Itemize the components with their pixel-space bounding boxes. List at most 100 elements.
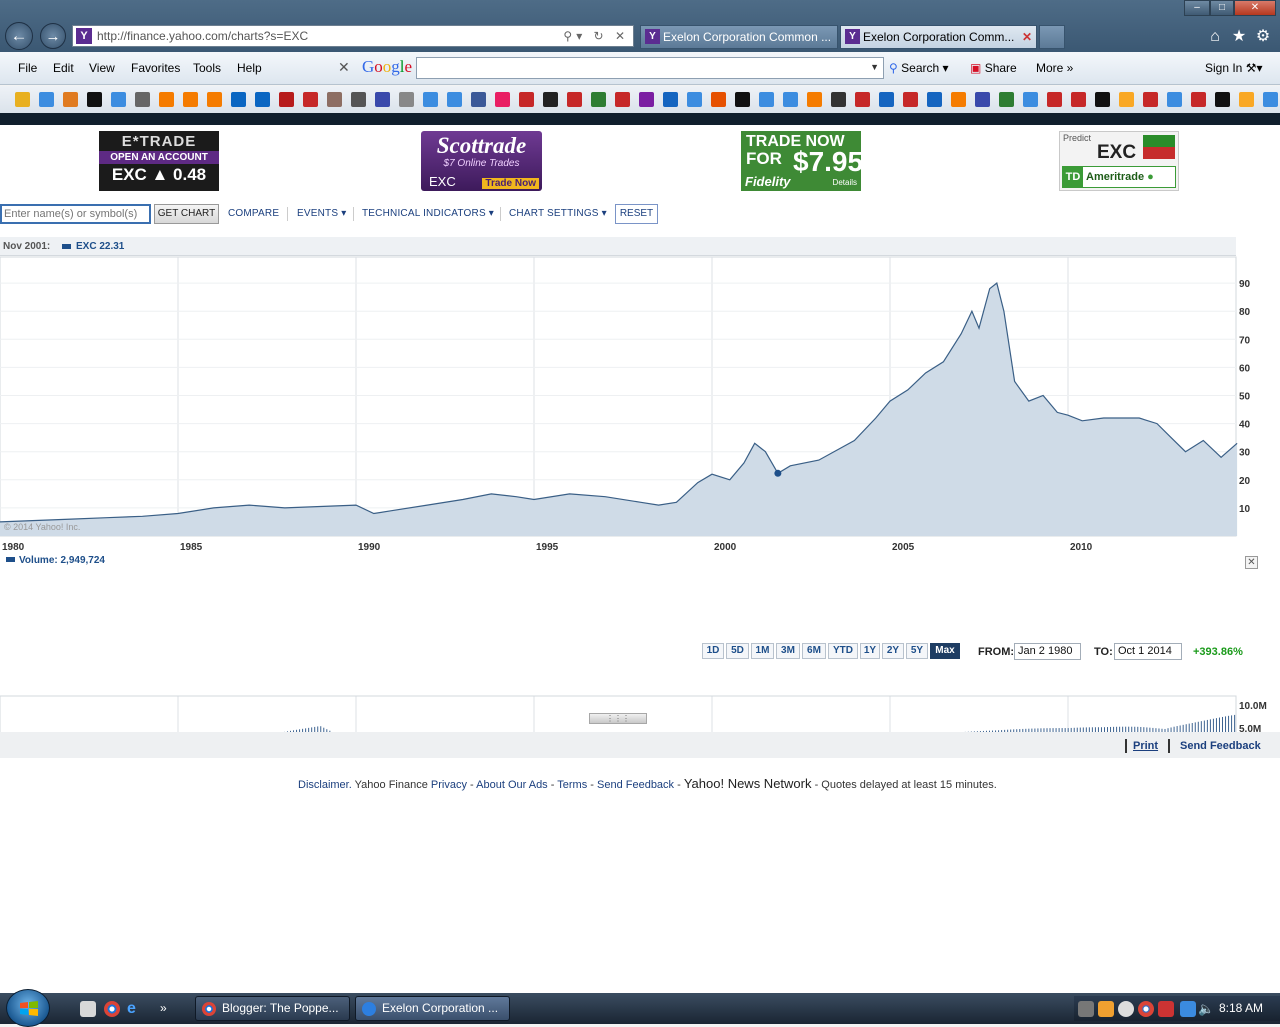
network-icon[interactable]	[1180, 1001, 1196, 1017]
chart-settings-dropdown[interactable]: CHART SETTINGS ▾	[509, 208, 607, 219]
bookmark-icon[interactable]	[1047, 92, 1062, 107]
chrome-icon[interactable]	[104, 1001, 120, 1017]
bookmark-icon[interactable]	[807, 92, 822, 107]
about-ads-link[interactable]: About Our Ads	[476, 779, 548, 791]
menu-edit[interactable]: Edit	[53, 61, 74, 75]
privacy-link[interactable]: Privacy	[431, 779, 467, 791]
google-share-button[interactable]: ▣ Share	[970, 61, 1017, 75]
bookmark-icon[interactable]	[687, 92, 702, 107]
close-volume-icon[interactable]: ✕	[1245, 556, 1258, 569]
disclaimer-link[interactable]: Disclaimer.	[298, 779, 352, 791]
bookmark-icon[interactable]	[375, 92, 390, 107]
bookmark-icon[interactable]	[879, 92, 894, 107]
forward-button[interactable]: →	[40, 23, 66, 49]
bookmark-icon[interactable]	[927, 92, 942, 107]
bookmark-icon[interactable]	[1263, 92, 1278, 107]
bookmark-icon[interactable]	[903, 92, 918, 107]
bookmark-icon[interactable]	[279, 92, 294, 107]
to-date-field[interactable]: Oct 1 2014	[1114, 643, 1182, 660]
tray-app-icon[interactable]	[1118, 1001, 1134, 1017]
start-button[interactable]	[6, 989, 50, 1027]
bookmark-icon[interactable]	[663, 92, 678, 107]
bookmark-icon[interactable]	[1119, 92, 1134, 107]
etrade-ad[interactable]: E*TRADE OPEN AN ACCOUNT EXC ▲ 0.48	[99, 131, 219, 191]
bookmark-icon[interactable]	[519, 92, 534, 107]
menu-help[interactable]: Help	[237, 61, 262, 75]
chrome-tray-icon[interactable]	[1138, 1001, 1154, 1017]
tab-exelon-1[interactable]: Y Exelon Corporation Common ...	[640, 25, 838, 49]
bookmark-icon[interactable]	[1023, 92, 1038, 107]
tray-app-icon[interactable]	[1078, 1001, 1094, 1017]
events-dropdown[interactable]: EVENTS ▾	[297, 208, 346, 219]
google-more-button[interactable]: More »	[1036, 61, 1073, 75]
tray-app-icon[interactable]	[1098, 1001, 1114, 1017]
bookmark-icon[interactable]	[207, 92, 222, 107]
bookmark-icon[interactable]	[87, 92, 102, 107]
minimize-button[interactable]: –	[1184, 0, 1210, 16]
maximize-button[interactable]: □	[1210, 0, 1234, 16]
settings-gear-icon[interactable]: ⚙	[1253, 27, 1273, 47]
fidelity-ad[interactable]: TRADE NOW FOR $7.95 Fidelity Details	[741, 131, 863, 191]
bookmark-icon[interactable]	[735, 92, 750, 107]
range-max[interactable]: Max	[930, 643, 960, 659]
bookmark-icon[interactable]	[303, 92, 318, 107]
bookmark-icon[interactable]	[999, 92, 1014, 107]
terms-link[interactable]: Terms	[557, 779, 587, 791]
bookmark-icon[interactable]	[591, 92, 606, 107]
bookmark-icon[interactable]	[495, 92, 510, 107]
favorites-star-icon[interactable]: ★	[1229, 27, 1249, 47]
bookmark-icon[interactable]	[975, 92, 990, 107]
bookmark-icon[interactable]	[159, 92, 174, 107]
chevron-down-icon[interactable]: ▼	[870, 62, 879, 72]
volume-icon[interactable]: 🔈	[1198, 1001, 1214, 1017]
print-link[interactable]: Print	[1133, 740, 1158, 752]
back-button[interactable]: ←	[5, 22, 33, 50]
address-bar[interactable]: Y http://finance.yahoo.com/charts?s=EXC …	[72, 25, 634, 47]
range-1m[interactable]: 1M	[751, 643, 774, 659]
bookmark-icon[interactable]	[567, 92, 582, 107]
menu-favorites[interactable]: Favorites	[131, 61, 180, 75]
bookmark-icon[interactable]	[1215, 92, 1230, 107]
google-search-button[interactable]: ⚲ Search ▾	[889, 61, 949, 75]
bookmark-icon[interactable]	[63, 92, 78, 107]
address-tools-icon[interactable]: ⚲▾ ↻ ✕	[563, 26, 629, 46]
home-icon[interactable]: ⌂	[1205, 27, 1225, 47]
task-exelon[interactable]: Exelon Corporation ...	[355, 996, 510, 1021]
bookmark-icon[interactable]	[183, 92, 198, 107]
tab-exelon-2[interactable]: Y Exelon Corporation Comm... ✕	[840, 25, 1037, 49]
range-5d[interactable]: 5D	[726, 643, 749, 659]
bookmark-icon[interactable]	[255, 92, 270, 107]
close-window-button[interactable]: ✕	[1234, 0, 1276, 16]
range-1d[interactable]: 1D	[702, 643, 724, 659]
bookmark-icon[interactable]	[327, 92, 342, 107]
bookmark-icon[interactable]	[543, 92, 558, 107]
bookmark-icon[interactable]	[111, 92, 126, 107]
bookmark-icon[interactable]	[399, 92, 414, 107]
quicklaunch-more-icon[interactable]: »	[160, 1001, 176, 1017]
bookmark-icon[interactable]	[447, 92, 462, 107]
bookmark-icon[interactable]	[783, 92, 798, 107]
bookmark-icon[interactable]	[831, 92, 846, 107]
range-1y[interactable]: 1Y	[860, 643, 880, 659]
get-chart-button[interactable]: GET CHART	[154, 204, 219, 224]
price-chart[interactable]: 1980 1985 1990 1995 2000 2005 2010102030405060…	[0, 237, 1280, 732]
tab-close-icon[interactable]: ✕	[1022, 26, 1032, 48]
task-blogger[interactable]: Blogger: The Poppe...	[195, 996, 350, 1021]
bookmark-icon[interactable]	[231, 92, 246, 107]
scottrade-ad[interactable]: Scottrade $7 Online Trades EXC Trade Now	[421, 131, 542, 191]
google-toolbar-close-icon[interactable]: ✕	[338, 59, 350, 76]
range-3m[interactable]: 3M	[776, 643, 800, 659]
bookmark-icon[interactable]	[1191, 92, 1206, 107]
google-signin-button[interactable]: Sign In ⚒▾	[1205, 61, 1263, 75]
navigator-scroll-handle[interactable]: ⋮⋮⋮	[589, 713, 647, 724]
symbol-input[interactable]	[0, 204, 151, 224]
bookmark-icon[interactable]	[855, 92, 870, 107]
bookmark-icon[interactable]	[1071, 92, 1086, 107]
show-desktop-icon[interactable]	[80, 1001, 96, 1017]
bookmark-icon[interactable]	[1239, 92, 1254, 107]
bookmark-icon[interactable]	[639, 92, 654, 107]
bookmark-icon[interactable]	[711, 92, 726, 107]
bookmark-icon[interactable]	[39, 92, 54, 107]
bookmark-icon[interactable]	[471, 92, 486, 107]
compare-button[interactable]: COMPARE	[228, 208, 279, 219]
